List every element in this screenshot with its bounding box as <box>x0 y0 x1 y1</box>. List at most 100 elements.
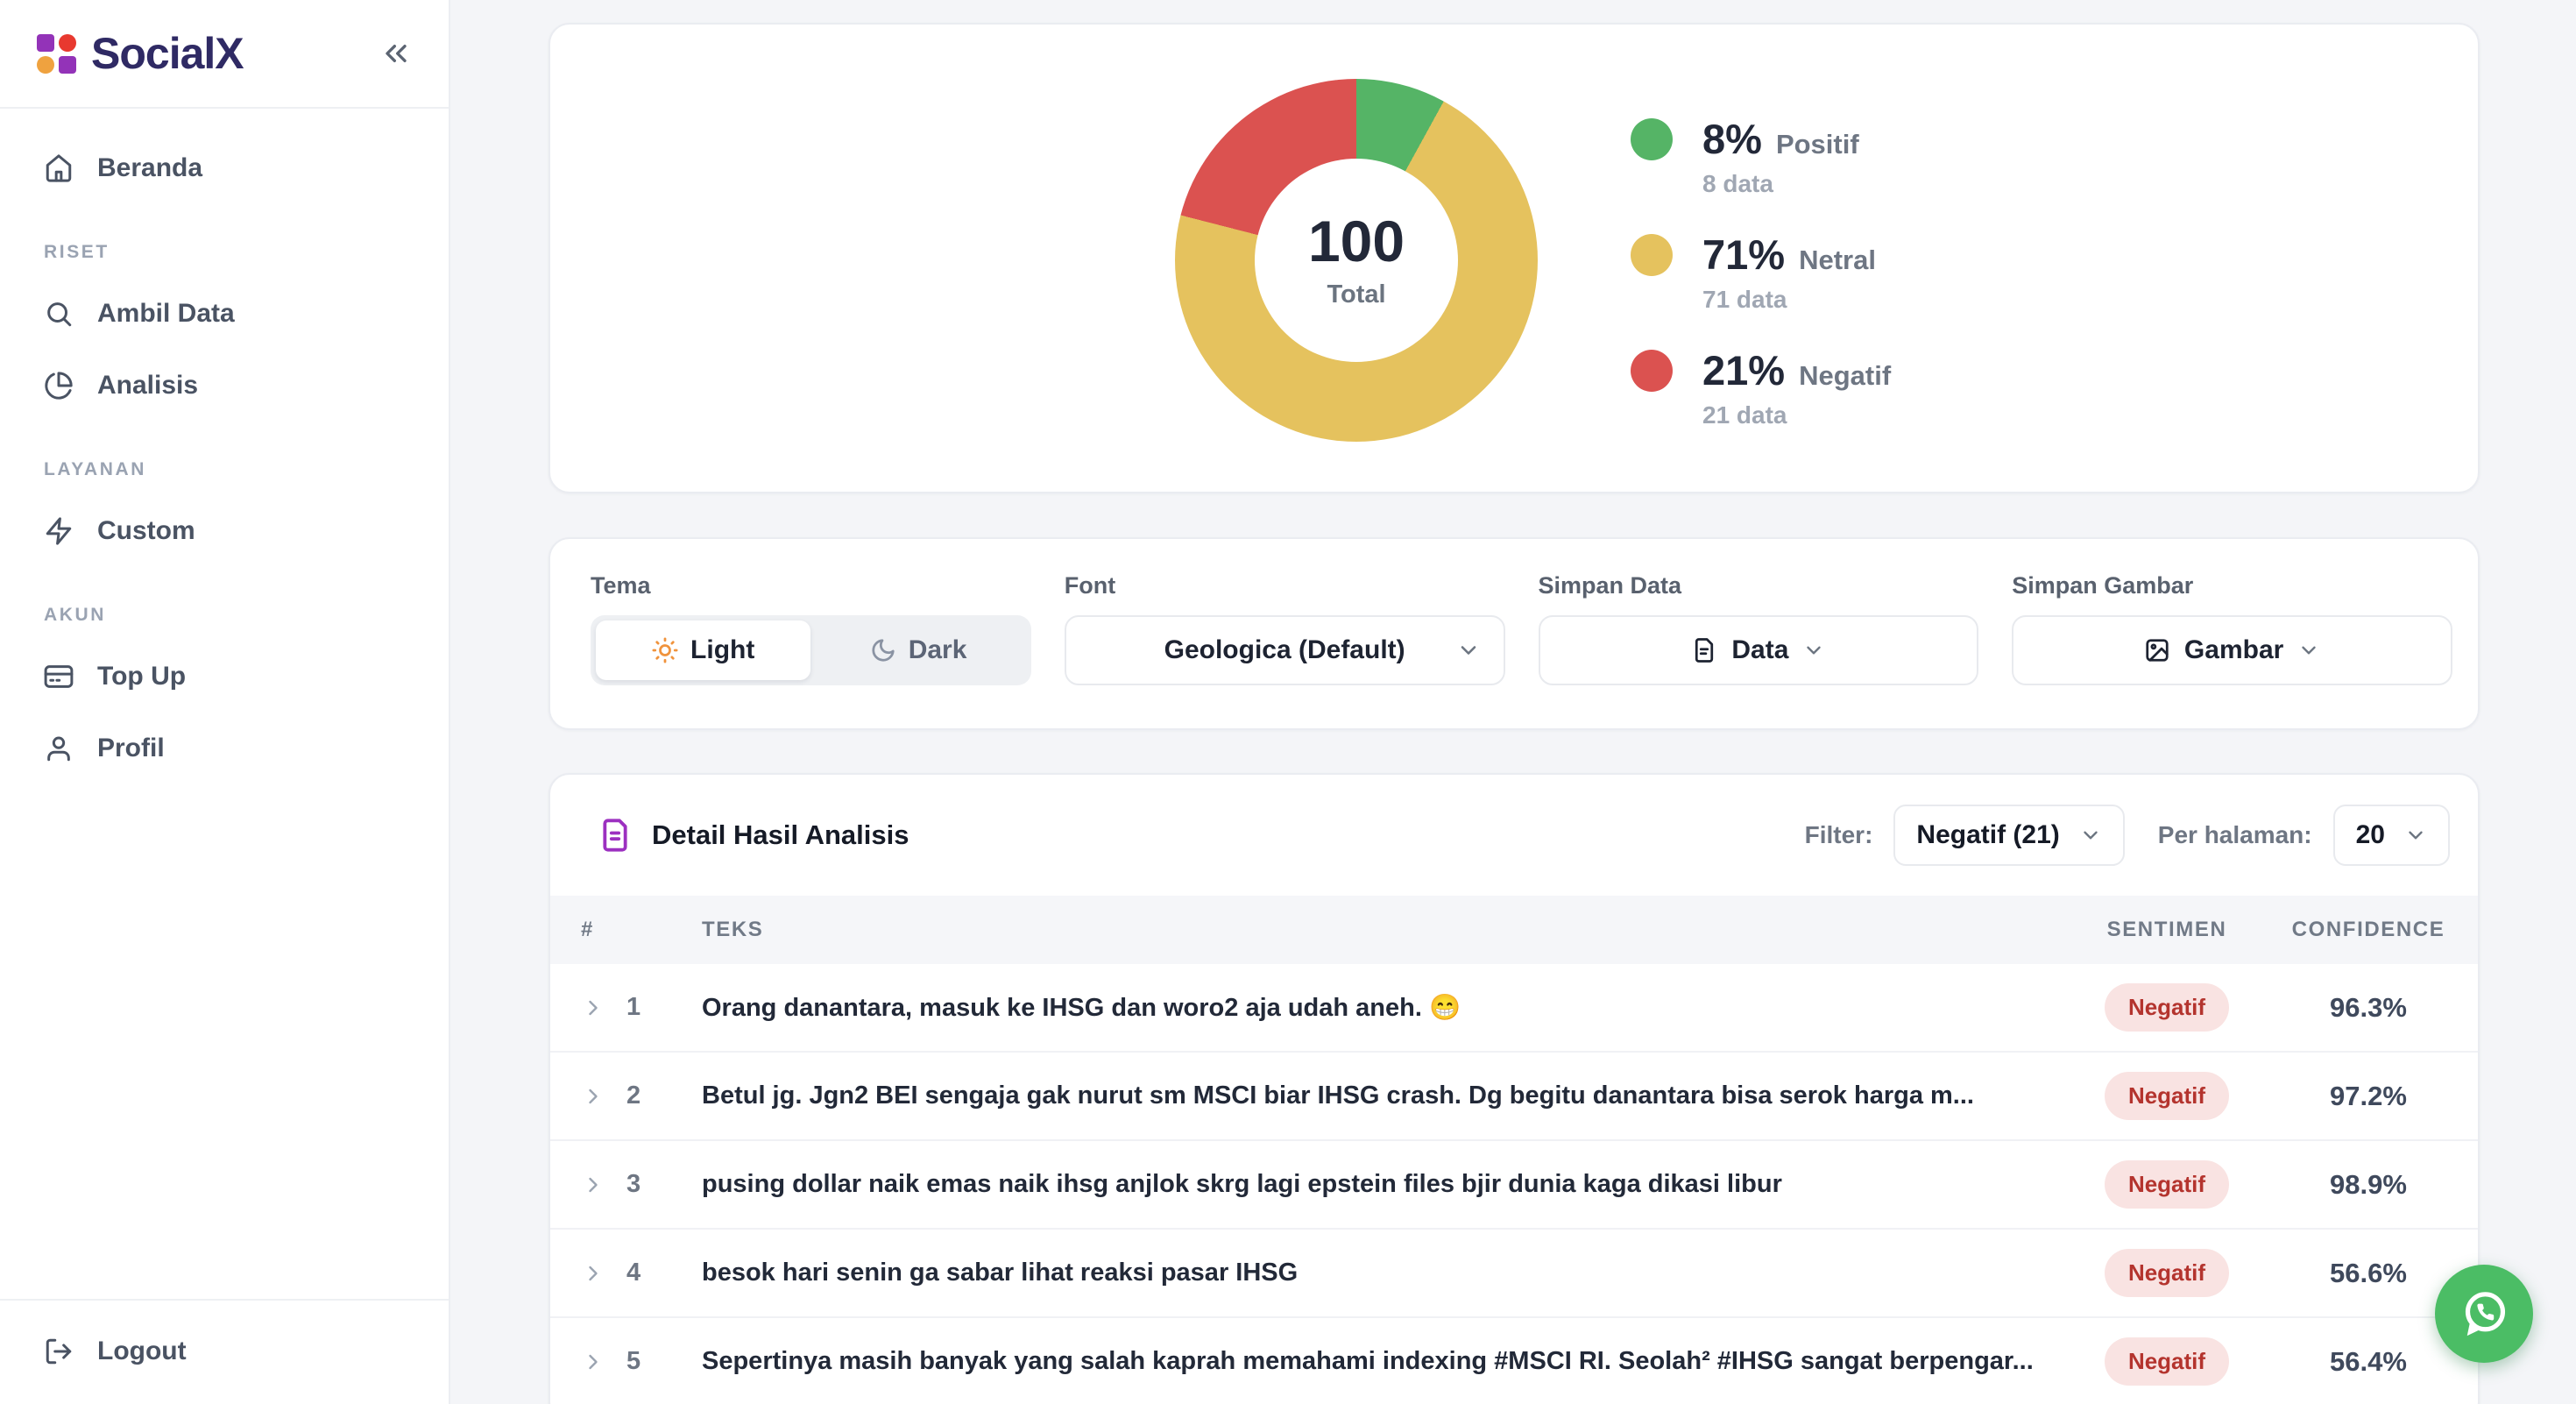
per-page-value: 20 <box>2356 820 2385 850</box>
sidebar-footer: Logout <box>0 1299 449 1404</box>
search-icon <box>44 299 74 329</box>
theme-light-button[interactable]: Light <box>596 620 810 680</box>
font-select[interactable]: Geologica (Default) <box>1065 615 1505 685</box>
user-icon <box>44 734 74 763</box>
donut-total-label: Total <box>1327 280 1385 309</box>
table-row[interactable]: 4 besok hari senin ga sabar lihat reaksi… <box>550 1230 2478 1318</box>
app-title: SocialX <box>91 28 244 79</box>
legend-item-negatif: 21% Negatif 21 data <box>1631 346 1891 429</box>
simpan-data-value: Data <box>1731 635 1788 665</box>
sidebar-item-profil[interactable]: Profil <box>0 715 449 782</box>
chevron-down-icon <box>1802 639 1825 662</box>
simpan-gambar-select[interactable]: Gambar <box>2012 615 2452 685</box>
confidence-value: 97.2% <box>2330 1081 2407 1112</box>
sidebar-nav: Beranda RISET Ambil Data Analisis LAYANA… <box>0 109 449 782</box>
sidebar-item-beranda[interactable]: Beranda <box>0 135 449 202</box>
per-page-select[interactable]: 20 <box>2333 805 2450 866</box>
sentiment-chart-card: 100 Total 8% Positif 8 data 71% Netral 7… <box>548 23 2480 493</box>
confidence-value: 98.9% <box>2330 1169 2407 1201</box>
sentiment-badge: Negatif <box>2105 1249 2229 1297</box>
simpan-gambar-group: Simpan Gambar Gambar <box>2012 572 2452 728</box>
theme-dark-button[interactable]: Dark <box>810 620 1025 680</box>
sidebar-item-label: Analisis <box>97 371 198 401</box>
table-column-headers: # TEKS SENTIMEN CONFIDENCE <box>550 896 2478 964</box>
chevron-right-icon[interactable] <box>581 1173 605 1197</box>
file-text-icon <box>1691 637 1717 663</box>
chevron-right-icon[interactable] <box>581 1084 605 1109</box>
sidebar-item-top-up[interactable]: Top Up <box>0 643 449 710</box>
sidebar-item-analisis[interactable]: Analisis <box>0 352 449 419</box>
logout-icon <box>44 1337 74 1366</box>
confidence-value: 96.3% <box>2330 992 2407 1024</box>
legend-item-positif: 8% Positif 8 data <box>1631 115 1891 198</box>
socialx-logo-icon <box>37 34 76 74</box>
export-settings-card: Tema Light Dark Font Geologi <box>548 537 2480 730</box>
chevron-right-icon[interactable] <box>581 1261 605 1286</box>
simpan-gambar-value: Gambar <box>2184 635 2283 665</box>
sentiment-filter-value: Negatif (21) <box>1916 820 2059 850</box>
logout-button[interactable]: Logout <box>0 1318 449 1385</box>
legend-label: Negatif <box>1799 360 1891 392</box>
sentiment-badge: Negatif <box>2105 1160 2229 1209</box>
sidebar-item-ambil-data[interactable]: Ambil Data <box>0 280 449 347</box>
chevron-right-icon[interactable] <box>581 996 605 1020</box>
table-row[interactable]: 1 Orang danantara, masuk ke IHSG dan wor… <box>550 964 2478 1053</box>
row-text: Betul jg. Jgn2 BEI sengaja gak nurut sm … <box>702 1081 2040 1110</box>
image-icon <box>2144 637 2170 663</box>
table-title: Detail Hasil Analisis <box>652 819 909 851</box>
chevron-down-icon <box>1456 638 1481 663</box>
font-label: Font <box>1065 572 1505 599</box>
pie-chart-icon <box>44 371 74 401</box>
document-icon <box>598 818 633 853</box>
sidebar: SocialX Beranda RISET Ambil Data Analisi… <box>0 0 450 1404</box>
sentiment-badge: Negatif <box>2105 1337 2229 1386</box>
sidebar-section-riset: RISET <box>44 242 449 263</box>
zap-icon <box>44 516 74 546</box>
legend-percent: 71% <box>1702 230 1785 279</box>
chevron-down-icon <box>2079 824 2102 847</box>
tema-label: Tema <box>591 572 1031 599</box>
sidebar-header: SocialX <box>0 0 449 109</box>
sentiment-badge: Negatif <box>2105 1072 2229 1120</box>
home-icon <box>44 153 74 183</box>
whatsapp-button[interactable] <box>2435 1265 2533 1363</box>
table-row[interactable]: 2 Betul jg. Jgn2 BEI sengaja gak nurut s… <box>550 1053 2478 1141</box>
legend-dot-netral <box>1631 234 1673 276</box>
tema-group: Tema Light Dark <box>591 572 1031 728</box>
legend-item-netral: 71% Netral 71 data <box>1631 230 1891 314</box>
sidebar-section-akun: AKUN <box>44 605 449 626</box>
sidebar-item-label: Ambil Data <box>97 299 235 329</box>
row-number: 4 <box>626 1259 640 1287</box>
row-number: 3 <box>626 1170 640 1199</box>
simpan-data-group: Simpan Data Data <box>1539 572 1979 728</box>
moon-icon <box>870 637 896 663</box>
simpan-gambar-label: Simpan Gambar <box>2012 572 2452 599</box>
sun-icon <box>652 637 678 663</box>
table-row[interactable]: 5 Sepertinya masih banyak yang salah kap… <box>550 1318 2478 1404</box>
table-controls: Filter: Negatif (21) Per halaman: 20 <box>1805 805 2450 866</box>
sidebar-collapse-button[interactable] <box>379 36 414 71</box>
chevron-down-icon <box>2404 824 2427 847</box>
legend-count: 21 data <box>1702 401 1891 429</box>
table-row[interactable]: 3 pusing dollar naik emas naik ihsg anjl… <box>550 1141 2478 1230</box>
sentiment-filter-select[interactable]: Negatif (21) <box>1893 805 2124 866</box>
legend-label: Netral <box>1799 245 1876 276</box>
chevron-right-icon[interactable] <box>581 1350 605 1374</box>
font-group: Font Geologica (Default) <box>1065 572 1505 728</box>
simpan-data-select[interactable]: Data <box>1539 615 1979 685</box>
sidebar-item-label: Top Up <box>97 662 186 691</box>
sentiment-donut-chart: 100 Total <box>1175 79 1538 442</box>
legend-label: Positif <box>1776 129 1859 160</box>
theme-light-label: Light <box>690 635 754 665</box>
sidebar-item-custom[interactable]: Custom <box>0 498 449 564</box>
whatsapp-icon <box>2452 1281 2516 1346</box>
legend-percent: 8% <box>1702 115 1762 163</box>
sidebar-item-label: Beranda <box>97 153 202 183</box>
row-text: Orang danantara, masuk ke IHSG dan woro2… <box>702 993 2040 1023</box>
column-header-sentimen: SENTIMEN <box>2107 918 2227 942</box>
legend-count: 8 data <box>1702 170 1891 198</box>
filter-label: Filter: <box>1805 821 1873 849</box>
column-header-num: # <box>581 918 702 942</box>
row-text: pusing dollar naik emas naik ihsg anjlok… <box>702 1170 2040 1199</box>
analysis-results-card: Detail Hasil Analisis Filter: Negatif (2… <box>548 773 2480 1404</box>
